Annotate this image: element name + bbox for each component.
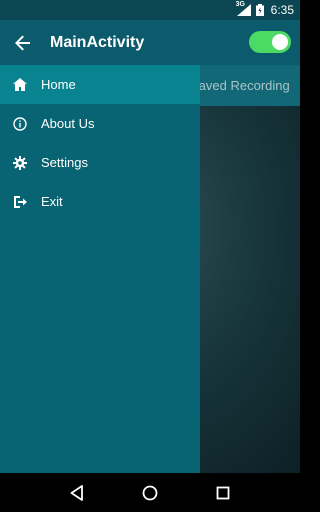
drawer-item-exit[interactable]: Exit xyxy=(0,182,200,221)
nav-home-button[interactable] xyxy=(140,483,160,503)
drawer-item-label: About Us xyxy=(41,116,95,131)
drawer-item-label: Settings xyxy=(41,155,88,170)
app-bar: MainActivity xyxy=(0,20,300,65)
status-bar: 3G 6:35 xyxy=(0,0,300,20)
back-button[interactable] xyxy=(3,20,43,65)
drawer-item-settings[interactable]: Settings xyxy=(0,143,200,182)
drawer-item-about-us[interactable]: About Us xyxy=(0,104,200,143)
signal-icon: 3G xyxy=(236,1,251,16)
drawer-item-label: Home xyxy=(41,77,76,92)
tab-label: Saved Recording xyxy=(190,78,290,93)
toggle-switch[interactable] xyxy=(249,31,291,53)
status-time: 6:35 xyxy=(270,3,294,17)
info-icon xyxy=(13,116,27,131)
gear-icon xyxy=(13,155,27,170)
square-recents-icon xyxy=(216,486,230,499)
arrow-back-icon xyxy=(15,35,30,50)
home-icon xyxy=(13,78,27,92)
nav-back-button[interactable] xyxy=(67,483,87,503)
system-nav-bar xyxy=(0,473,300,512)
navigation-drawer: Home About Us Settings Exit xyxy=(0,65,200,473)
content-text: und xyxy=(200,284,300,300)
exit-icon xyxy=(13,195,27,209)
nav-recents-button[interactable] xyxy=(213,483,233,503)
drawer-item-home[interactable]: Home xyxy=(0,65,200,104)
circle-home-icon xyxy=(142,485,158,500)
drawer-item-label: Exit xyxy=(41,194,63,209)
triangle-back-icon xyxy=(70,484,83,501)
toggle-knob xyxy=(272,34,288,50)
app-title: MainActivity xyxy=(50,33,145,51)
battery-icon xyxy=(255,4,264,16)
